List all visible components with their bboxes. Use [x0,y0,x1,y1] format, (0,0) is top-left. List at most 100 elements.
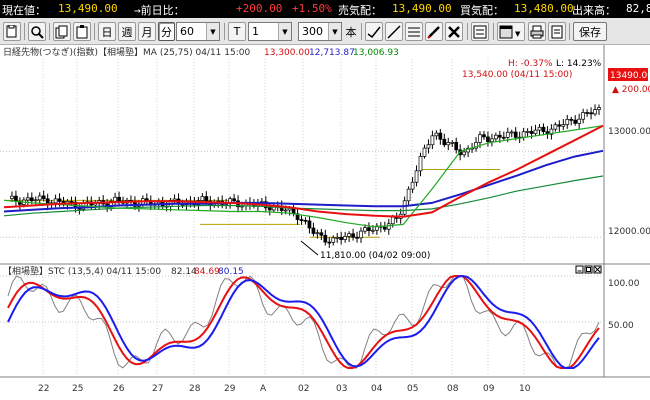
main-chart-title: 日経先物(つなぎ)(指数)【相場塾】MA (25,75) 04/11 15:00 [3,46,250,58]
toolbar: 日 週 月 分 60 ▼ T 1 ▼ 300 ▼ 本 ▼ 保存 [0,18,650,45]
candle-body [478,134,482,143]
period-month-button[interactable]: 月 [138,22,156,41]
high-price-label: 13,540.00 (04/11 15:00) [462,70,572,80]
close-icon [448,25,460,38]
document-icon [551,25,563,38]
paste-button[interactable] [73,22,91,41]
candle-body [430,135,435,146]
candle-body [323,234,328,243]
x-tick-label: 27 [152,384,163,394]
candle-body [299,219,304,221]
trendline-button[interactable] [365,22,383,41]
high-pct-label: H: -0.37% [508,59,553,69]
zoom-button[interactable] [28,22,46,41]
change-value: +200.00 [236,2,283,15]
x-tick-label: 10 [519,384,531,394]
candle-body [422,147,427,157]
new-window-button[interactable] [3,22,21,41]
properties-button[interactable] [471,22,489,41]
y-tick-label: 12000.00 [608,227,650,237]
minute-select[interactable]: 60 ▼ [176,22,220,41]
copy-icon [55,25,68,38]
candle-body [335,237,340,239]
candle-body [406,188,411,202]
copy-button[interactable] [53,22,71,41]
candle-body [426,144,431,149]
erase-button[interactable] [445,22,463,41]
refresh-button[interactable] [548,22,566,41]
candle-body [33,199,38,202]
candle-body [343,236,347,240]
toolbar-separator [94,23,95,40]
x-tick-label: 26 [113,384,125,394]
period-minute-button[interactable]: 分 [158,22,175,41]
candle-body [303,219,308,222]
candle-body [513,131,518,138]
x-tick-label: 22 [38,384,49,394]
candle-body [351,233,355,238]
candle-body [331,237,336,243]
candle-body [382,226,387,230]
candle-body [494,134,498,140]
toolbar-separator [493,23,494,40]
candle-body [339,237,344,240]
type-select[interactable]: 1 ▼ [248,22,292,41]
candle-body [319,232,324,236]
chevron-down-icon: ▼ [328,23,341,40]
candle-body [402,200,407,215]
candle-body [291,207,296,215]
candle-body [597,107,601,110]
current-price-text: 13490.00 [610,71,650,81]
x-tick-label: 08 [447,384,459,394]
save-button[interactable]: 保存 [573,22,607,41]
candle-body [593,109,597,115]
stc-minimize-button[interactable] [575,265,584,274]
count-select[interactable]: 300 ▼ [298,22,342,41]
count-unit-label: 本 [345,25,357,39]
candle-body [497,134,502,138]
candle-body [537,126,542,131]
chevron-down-icon: ▼ [206,23,219,40]
x-tick-label: 05 [407,384,418,394]
candle-body [438,132,443,140]
chart-area[interactable]: 日経先物(つなぎ)(指数)【相場塾】MA (25,75) 04/11 15:00… [0,45,650,400]
current-value: 13,490.00 [58,2,118,15]
chart-canvas[interactable]: 日経先物(つなぎ)(指数)【相場塾】MA (25,75) 04/11 15:00… [0,45,650,400]
change-pct: +1.50% [292,2,332,15]
prev-label: →前日比： [134,4,185,17]
ask-label: 売気配： [338,4,382,17]
x-tick-label: 02 [298,384,309,394]
print-button[interactable] [528,22,546,41]
candle-body [505,131,510,138]
draw-button[interactable] [425,22,443,41]
x-tick-label: 03 [336,384,347,394]
candle-body [589,112,593,115]
candle-body [565,118,570,125]
low-price-label: 11,810.00 (04/02 09:00) [320,251,430,261]
layout-dropdown-button[interactable]: ▼ [497,22,525,41]
x-tick-label: 29 [224,384,236,394]
candle-body [14,195,18,202]
stc-chart-title: 【相場塾】STC (13,5,4) 04/11 15:00 [3,265,161,277]
toolbar-separator [361,23,362,40]
svg-text:▼: ▼ [515,30,521,38]
diagonal-line-icon [387,24,401,39]
ask-value: 13,490.00 [392,2,452,15]
line-tool-button[interactable] [385,22,403,41]
candle-body [573,119,578,124]
candle-body [442,138,447,146]
candle-body [581,112,585,120]
candle-body [446,142,451,146]
candle-body [569,118,574,121]
candle-body [410,181,415,190]
candle-body [200,196,205,201]
type-button[interactable]: T [228,22,246,41]
x-tick-label: 09 [483,384,495,394]
stc-tick-label: 50.00 [608,321,634,331]
period-week-button[interactable]: 週 [118,22,136,41]
candle-body [525,131,530,133]
fibonacci-button[interactable] [405,22,423,41]
candle-body [462,151,466,156]
period-day-button[interactable]: 日 [98,22,116,41]
candle-body [577,118,582,124]
